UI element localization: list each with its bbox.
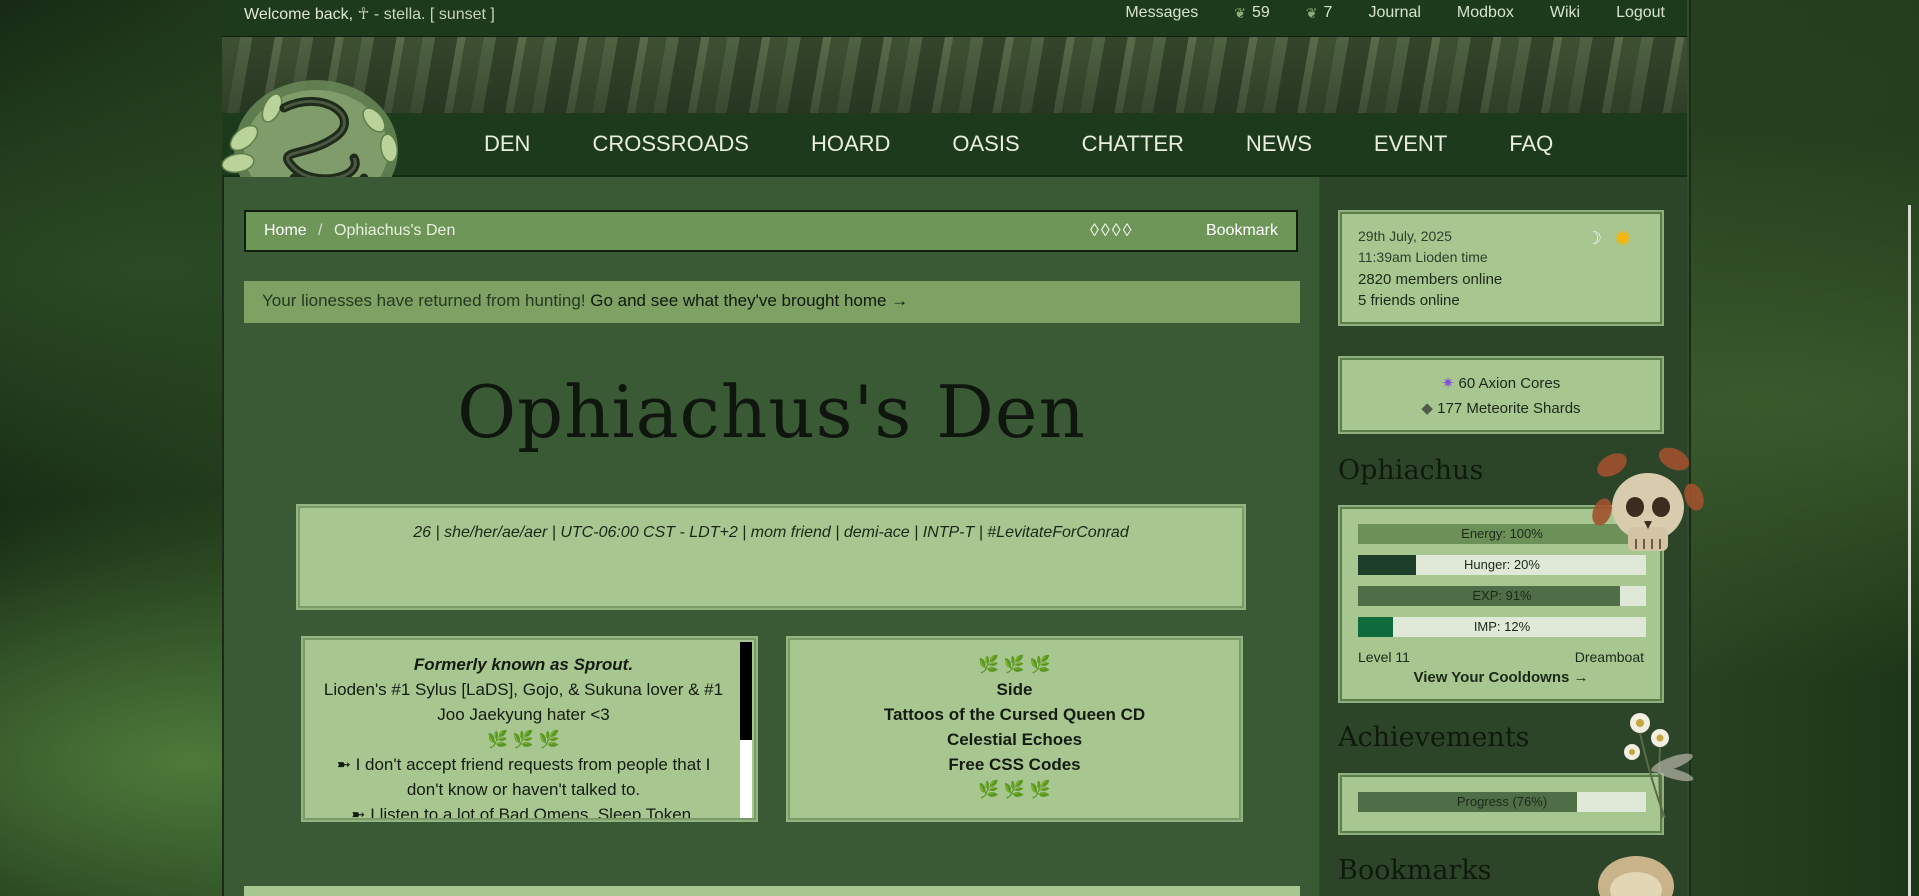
page-title: Ophiachus's Den [457, 370, 1086, 454]
logout-link[interactable]: Logout [1616, 4, 1665, 22]
messages-link[interactable]: Messages [1125, 4, 1198, 22]
nav-faq[interactable]: FAQ [1509, 131, 1553, 157]
imp-label: IMP: 12% [1473, 619, 1531, 634]
logout-label: Logout [1616, 4, 1665, 21]
bookmarks-heading[interactable]: Bookmarks [1338, 855, 1492, 886]
about-line: ➼ I listen to a lot of Bad Omens, Sleep … [351, 805, 696, 820]
about-line: Lioden's #1 Sylus [LaDS], Gojo, & Sukuna… [323, 680, 724, 699]
meteorite-shards: ◆ 177 Meteorite Shards [1342, 399, 1660, 417]
breadcrumb-separator: / [318, 222, 323, 239]
links-panel: 🌿 🌿 🌿 Side Tattoos of the Cursed Queen C… [786, 636, 1243, 822]
skull-decoration-icon [1592, 447, 1704, 551]
about-line: 🌿 🌿 🌿 [487, 730, 560, 749]
mushroom-decoration-icon [1598, 856, 1674, 896]
cooldowns-link[interactable]: View Your Cooldowns → [1342, 669, 1660, 686]
diamond-icons[interactable]: ◊◊◊◊ [1090, 220, 1134, 241]
journal-link[interactable]: Journal [1368, 4, 1420, 22]
friends-online[interactable]: 5 friends online [1358, 292, 1460, 309]
achievement-progress-label: Progress (76%) [1456, 794, 1548, 809]
axion-core-icon: ✷ [1441, 375, 1455, 392]
axion-cores: ✷ 60 Axion Cores [1342, 374, 1660, 392]
leaf-icon: ❦ [1234, 4, 1246, 21]
nav-crossroads[interactable]: CROSSROADS [592, 131, 748, 157]
about-line: ➼ I don't accept friend requests from pe… [336, 755, 711, 774]
notice-link[interactable]: Go and see what they've brought home → [590, 291, 908, 310]
links-line: 🌿 🌿 🌿 [978, 655, 1051, 674]
journal-label: Journal [1368, 4, 1421, 21]
exp-label: EXP: 91% [1472, 588, 1532, 603]
page-scrollbar[interactable] [1908, 205, 1911, 896]
links-line: 🌿 🌿 🌿 [978, 780, 1051, 799]
link-celestial-echoes[interactable]: Celestial Echoes [800, 727, 1229, 752]
currency-box: ✷ 60 Axion Cores ◆ 177 Meteorite Shards [1338, 356, 1664, 434]
rank-text: Dreamboat [1574, 649, 1644, 665]
profile-heading[interactable]: Ophiachus [1338, 455, 1483, 486]
messages-label: Messages [1125, 4, 1199, 21]
hunting-notice: Your lionesses have returned from huntin… [244, 281, 1300, 323]
about-panel[interactable]: Formerly known as Sprout. Lioden's #1 Sy… [301, 636, 758, 822]
breadcrumb: Home / Ophiachus's Den ◊◊◊◊ Bookmark [244, 210, 1298, 252]
friend-requests-link[interactable]: ❦ 7 [1306, 4, 1333, 22]
notifications-count: 59 [1252, 4, 1270, 21]
friend-requests-count: 7 [1323, 4, 1333, 21]
nav-oasis[interactable]: OASIS [952, 131, 1019, 157]
date-text: 29th July, 2025 [1358, 228, 1452, 244]
about-line: don't know or haven't talked to. [406, 780, 641, 799]
members-online[interactable]: 2820 members online [1358, 271, 1502, 288]
link-free-css[interactable]: Free CSS Codes [800, 752, 1229, 777]
username-link[interactable]: ☥ - stella. [ sunset ] [358, 6, 495, 23]
wiki-link[interactable]: Wiki [1550, 4, 1580, 22]
breadcrumb-current: Ophiachus's Den [334, 222, 456, 239]
meteorite-shard-icon: ◆ [1421, 400, 1433, 417]
bio-text: 26 | she/her/ae/aer | UTC-06:00 CST - LD… [413, 524, 1129, 541]
achievement-progress-bar: Progress (76%) [1358, 792, 1646, 812]
about-line: Formerly known as Sprout. [413, 655, 634, 674]
link-tattoos[interactable]: Tattoos of the Cursed Queen CD [800, 702, 1229, 727]
link-side[interactable]: Side [800, 677, 1229, 702]
axion-cores-label: 60 Axion Cores [1458, 375, 1561, 392]
nav-event[interactable]: EVENT [1374, 131, 1447, 157]
top-bar: Welcome back, ☥ - stella. [ sunset ] Mes… [222, 0, 1687, 37]
scrollbar-thumb[interactable] [740, 642, 752, 740]
daisy-dragonfly-decoration-icon [1624, 713, 1694, 819]
meteorite-shards-label: 177 Meteorite Shards [1437, 400, 1581, 417]
time-box: 29th July, 2025 11:39am Lioden time 2820… [1338, 210, 1664, 326]
imp-bar: IMP: 12% [1358, 617, 1646, 637]
exp-bar: EXP: 91% [1358, 586, 1646, 606]
moon-icon: ☽ [1585, 228, 1602, 248]
level-text: Level 11 [1358, 649, 1410, 665]
about-scrollbar[interactable] [740, 642, 752, 818]
notifications-link[interactable]: ❦ 59 [1234, 4, 1270, 22]
about-line: Joo Jaekyung hater <3 [437, 705, 610, 724]
notice-text: Your lionesses have returned from huntin… [262, 291, 586, 310]
nav-news[interactable]: NEWS [1246, 131, 1312, 157]
next-section-strip [244, 886, 1300, 896]
leaf-icon: ❦ [1305, 4, 1318, 21]
header-banner [222, 37, 1687, 113]
wiki-label: Wiki [1549, 4, 1581, 21]
top-nav: Messages ❦ 59 ❦ 7 Journal Modbox Wiki Logo… [1089, 4, 1665, 22]
nav-den[interactable]: DEN [484, 131, 530, 157]
time-text: 11:39am Lioden time [1358, 249, 1488, 265]
main-nav: DEN CROSSROADS HOARD OASIS CHATTER NEWS … [222, 113, 1687, 177]
bookmark-button[interactable]: Bookmark [1206, 222, 1278, 240]
achievements-heading[interactable]: Achievements [1338, 722, 1530, 753]
bio-box: 26 | she/her/ae/aer | UTC-06:00 CST - LD… [296, 504, 1246, 610]
modbox-label: Modbox [1456, 4, 1514, 21]
breadcrumb-home[interactable]: Home [264, 222, 307, 240]
sun-icon: ✹ [1613, 226, 1632, 251]
nav-chatter[interactable]: CHATTER [1082, 131, 1184, 157]
welcome-message: Welcome back, ☥ - stella. [ sunset ] [244, 4, 495, 24]
nav-hoard[interactable]: HOARD [811, 131, 890, 157]
modbox-link[interactable]: Modbox [1457, 4, 1514, 22]
welcome-prefix: Welcome back, [244, 6, 354, 23]
